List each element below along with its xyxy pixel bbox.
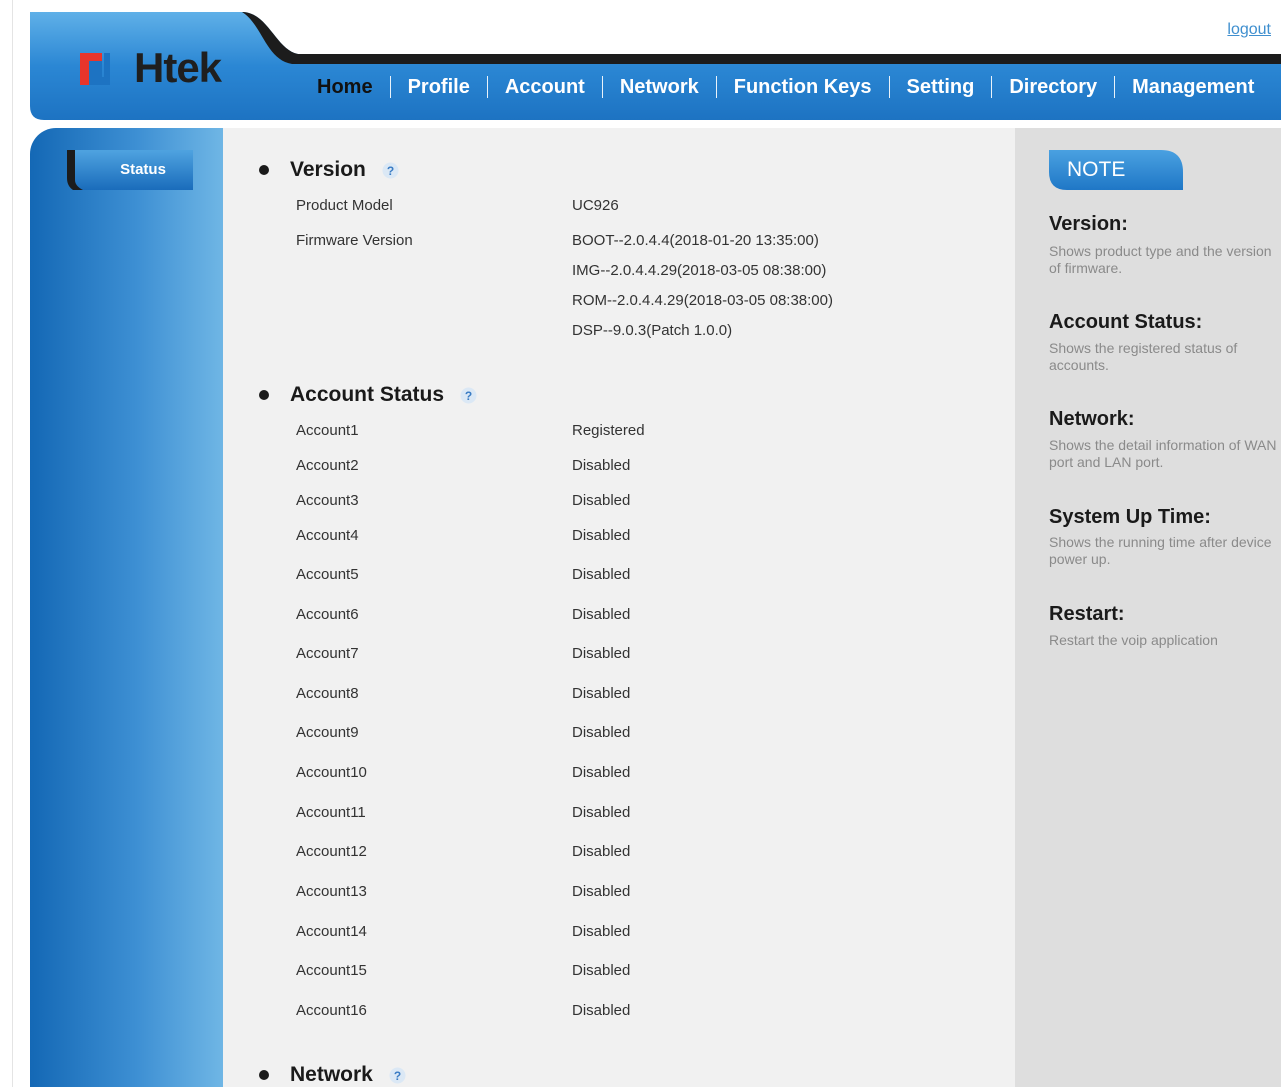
account-label: Account7 <box>296 645 359 662</box>
account-label: Account4 <box>296 527 359 544</box>
sidebar-item-status[interactable]: Status <box>67 150 193 190</box>
account-status-value: Disabled <box>572 923 631 940</box>
nav-separator <box>601 76 603 98</box>
account-status-value: Disabled <box>572 566 631 583</box>
account-status-value: Disabled <box>572 724 631 741</box>
account-label: Account10 <box>296 764 367 781</box>
account-status-value: Disabled <box>572 492 631 509</box>
account-label: Account9 <box>296 724 359 741</box>
bullet-icon <box>259 1070 269 1080</box>
logout-link[interactable]: logout <box>1227 21 1271 39</box>
account-label: Account1 <box>296 422 359 439</box>
account-status-value: Disabled <box>572 764 631 781</box>
help-icon[interactable]: ? <box>382 162 399 179</box>
main-content: Version ? Product Model UC926 Firmware V… <box>223 128 1015 1087</box>
section-title: Version <box>290 158 366 181</box>
svg-text:?: ? <box>394 1069 401 1083</box>
nav-account[interactable]: Account <box>488 75 602 99</box>
account-label: Account12 <box>296 843 367 860</box>
note-panel: NOTE Version: Shows product type and the… <box>1015 128 1281 1087</box>
note-tab-label: NOTE <box>1067 158 1126 181</box>
nav-separator <box>888 76 890 98</box>
nav-separator <box>486 76 488 98</box>
note-text: Shows product type and the version of fi… <box>1049 243 1272 276</box>
note-text: Restart the voip application <box>1049 632 1218 648</box>
account-label: Account11 <box>296 804 366 821</box>
firmware-boot-value: BOOT--2.0.4.4(2018-01-20 13:35:00) <box>572 232 819 249</box>
account-status-value: Disabled <box>572 457 631 474</box>
account-label: Account8 <box>296 685 359 702</box>
section-title: Network <box>290 1063 373 1086</box>
note-text: Shows the running time after device powe… <box>1049 534 1272 567</box>
account-status-value: Disabled <box>572 804 631 821</box>
sidebar: Status <box>30 128 223 1087</box>
account-status-value: Disabled <box>572 645 631 662</box>
product-model-label: Product Model <box>296 197 393 214</box>
section-version: Version ? <box>259 158 399 182</box>
nav-home[interactable]: Home <box>300 75 390 99</box>
account-status-value: Disabled <box>572 527 631 544</box>
account-status-value: Disabled <box>572 606 631 623</box>
section-network: Network ? <box>259 1063 406 1087</box>
account-label: Account14 <box>296 923 367 940</box>
account-label: Account3 <box>296 492 359 509</box>
account-status-value: Registered <box>572 422 645 439</box>
nav-setting[interactable]: Setting <box>890 75 992 99</box>
sidebar-item-label: Status <box>120 161 166 178</box>
firmware-img-value: IMG--2.0.4.4.29(2018-03-05 08:38:00) <box>572 262 827 279</box>
nav-separator <box>991 76 993 98</box>
nav-directory[interactable]: Directory <box>992 75 1114 99</box>
svg-text:?: ? <box>387 164 394 178</box>
note-heading: Version: <box>1049 213 1128 235</box>
firmware-version-label: Firmware Version <box>296 232 413 249</box>
note-heading: System Up Time: <box>1049 506 1211 528</box>
note-heading: Account Status: <box>1049 311 1203 333</box>
svg-text:?: ? <box>465 389 472 403</box>
htek-logo-mark <box>80 51 132 85</box>
note-text: Shows the detail information of WAN port… <box>1049 437 1277 470</box>
nav-separator <box>389 76 391 98</box>
nav-profile[interactable]: Profile <box>391 75 487 99</box>
main-nav: Home Profile Account Network Function Ke… <box>300 74 1271 100</box>
account-label: Account5 <box>296 566 359 583</box>
nav-management[interactable]: Management <box>1115 75 1271 99</box>
account-label: Account2 <box>296 457 359 474</box>
product-model-value: UC926 <box>572 197 619 214</box>
account-status-value: Disabled <box>572 1002 631 1019</box>
account-status-value: Disabled <box>572 883 631 900</box>
account-label: Account15 <box>296 962 367 979</box>
logo-text: Htek <box>134 44 222 91</box>
htek-logo: Htek <box>80 44 222 91</box>
section-account-status: Account Status ? <box>259 383 477 407</box>
note-heading: Network: <box>1049 408 1135 430</box>
note-tab: NOTE <box>1049 150 1183 190</box>
help-icon[interactable]: ? <box>389 1067 406 1084</box>
header-bar: Htek logout Home Profile Account Network… <box>30 10 1281 122</box>
firmware-rom-value: ROM--2.0.4.4.29(2018-03-05 08:38:00) <box>572 292 833 309</box>
nav-separator <box>1114 76 1116 98</box>
section-title: Account Status <box>290 383 445 406</box>
account-status-value: Disabled <box>572 962 631 979</box>
firmware-dsp-value: DSP--9.0.3(Patch 1.0.0) <box>572 322 733 339</box>
account-label: Account16 <box>296 1002 367 1019</box>
account-label: Account6 <box>296 606 359 623</box>
account-status-value: Disabled <box>572 685 631 702</box>
help-icon[interactable]: ? <box>460 387 477 404</box>
account-label: Account13 <box>296 883 367 900</box>
account-status-value: Disabled <box>572 843 631 860</box>
nav-network[interactable]: Network <box>603 75 716 99</box>
nav-separator <box>715 76 717 98</box>
bullet-icon <box>259 165 269 175</box>
note-text: Shows the registered status of accounts. <box>1049 340 1238 373</box>
bullet-icon <box>259 390 269 400</box>
page-border-line <box>12 0 13 1087</box>
nav-function-keys[interactable]: Function Keys <box>717 75 889 99</box>
note-heading: Restart: <box>1049 603 1125 625</box>
